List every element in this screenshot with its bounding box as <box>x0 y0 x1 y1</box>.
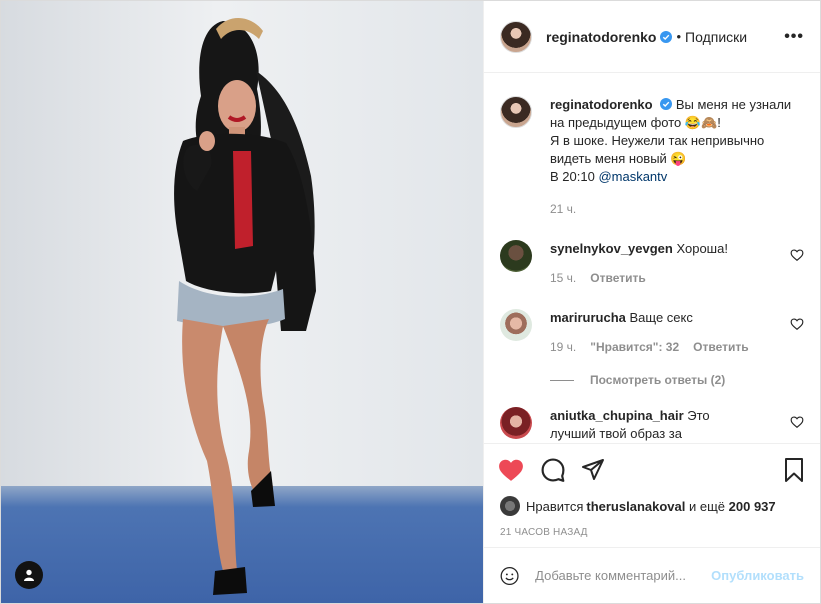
reply-button[interactable]: Ответить <box>590 269 645 287</box>
publish-button[interactable]: Опубликовать <box>711 568 804 583</box>
tagged-users-button[interactable] <box>15 561 43 589</box>
comment-bubble-icon[interactable] <box>540 457 566 483</box>
post-caption: reginatodorenko Вы меня не узнали на пре… <box>500 73 804 218</box>
comment-text: Ваще секс <box>625 310 693 325</box>
view-replies-button[interactable]: Посмотреть ответы (2) <box>550 373 804 387</box>
caption-username[interactable]: reginatodorenko <box>550 97 653 112</box>
following-button[interactable]: Подписки <box>685 29 747 45</box>
comment-meta: 19 ч. "Нравится": 32 Ответить <box>550 338 790 356</box>
caption-mention-link[interactable]: @maskantv <box>598 169 667 184</box>
share-paper-plane-icon[interactable] <box>580 458 606 482</box>
author-avatar[interactable] <box>500 20 532 53</box>
author-username[interactable]: reginatodorenko <box>546 29 656 45</box>
comment-avatar[interactable] <box>500 407 532 439</box>
comment-avatar[interactable] <box>500 240 532 272</box>
comment-username[interactable]: aniutka_chupina_hair <box>550 408 684 423</box>
comment-item: aniutka_chupina_hair Это лучший твой обр… <box>500 387 804 443</box>
liker-username[interactable]: theruslanakoval <box>586 499 685 514</box>
comment-meta: 15 ч. Ответить <box>550 269 790 287</box>
replies-divider <box>550 379 574 381</box>
photo-figure <box>174 17 316 595</box>
post-actions <box>484 443 820 495</box>
user-icon <box>24 569 34 581</box>
comment-likes-count[interactable]: "Нравится": 32 <box>590 338 679 356</box>
header-dot-separator: • <box>676 29 682 44</box>
caption-line-2: Я в шоке. Неужели так непривычно видеть … <box>550 133 765 166</box>
post-sidebar: reginatodorenko • Подписки ••• reginatod… <box>483 1 820 603</box>
like-comment-heart-icon[interactable] <box>790 415 804 429</box>
liker-avatar[interactable] <box>500 496 520 516</box>
comment-time[interactable]: 19 ч. <box>550 338 576 356</box>
likes-suffix: и ещё <box>685 498 729 514</box>
like-heart-shape <box>499 459 523 481</box>
view-replies-label: Посмотреть ответы (2) <box>590 373 726 387</box>
save-bookmark-icon[interactable] <box>782 457 806 483</box>
comment-input[interactable] <box>535 568 712 583</box>
post-modal: reginatodorenko • Подписки ••• reginatod… <box>0 0 821 604</box>
comments-list[interactable]: reginatodorenko Вы меня не узнали на пре… <box>484 73 820 443</box>
comment-avatar[interactable] <box>500 309 532 341</box>
likes-count[interactable]: 200 937 <box>729 499 776 514</box>
post-header: reginatodorenko • Подписки ••• <box>484 1 820 73</box>
like-heart-icon[interactable] <box>498 458 524 482</box>
comment-item: marirurucha Ваще секс 19 ч. "Нравится": … <box>500 287 804 356</box>
likes-summary: Нравится theruslanakoval и ещё 200 937 <box>484 495 820 517</box>
add-comment-bar: Опубликовать <box>484 547 820 603</box>
comment-username[interactable]: synelnykov_yevgen <box>550 241 673 256</box>
post-timestamp[interactable]: 21 ЧАСОВ НАЗАД <box>484 517 820 547</box>
post-photo[interactable] <box>1 1 483 603</box>
like-comment-heart-icon[interactable] <box>790 317 804 331</box>
reply-button[interactable]: Ответить <box>693 338 748 356</box>
caption-avatar[interactable] <box>500 96 532 128</box>
comment-username[interactable]: marirurucha <box>550 310 626 325</box>
verified-badge-icon <box>660 98 673 110</box>
emoji-smiley-icon[interactable] <box>500 564 519 588</box>
comment-text: Хороша! <box>672 241 728 256</box>
caption-line-3: В 20:10 <box>550 169 599 184</box>
caption-time[interactable]: 21 ч. <box>550 200 576 218</box>
comment-time[interactable]: 15 ч. <box>550 269 576 287</box>
more-options-icon[interactable]: ••• <box>784 28 804 46</box>
like-comment-heart-icon[interactable] <box>790 248 804 262</box>
caption-meta: 21 ч. <box>550 200 804 218</box>
verified-badge-icon <box>660 30 673 43</box>
comment-item: synelnykov_yevgen Хороша! 15 ч. Ответить <box>500 218 804 287</box>
likes-prefix: Нравится <box>526 498 584 514</box>
